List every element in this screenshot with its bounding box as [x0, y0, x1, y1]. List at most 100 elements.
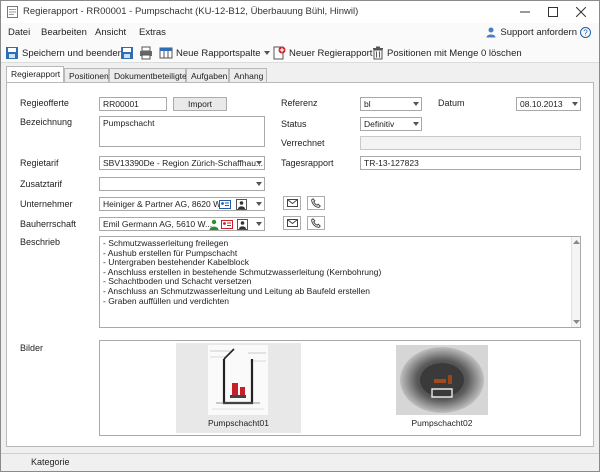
- datum-value: 08.10.2013: [520, 99, 563, 109]
- new-report-icon: [273, 46, 286, 60]
- referenz-select[interactable]: bl: [360, 97, 422, 111]
- gallery-item-1[interactable]: Pumpschacht01: [176, 343, 301, 433]
- toolbar: Speichern und beenden Neue Rapportspalte…: [1, 43, 599, 63]
- phone-icon: [311, 198, 321, 208]
- referenz-label: Referenz: [281, 98, 318, 108]
- unternehmer-phone-button[interactable]: [307, 196, 325, 210]
- trash-icon: [373, 46, 383, 60]
- tab-anhang[interactable]: Anhang: [229, 68, 267, 83]
- save-button[interactable]: [120, 45, 134, 61]
- chevron-down-icon: [263, 51, 270, 55]
- beschrieb-scrollbar[interactable]: [571, 237, 580, 327]
- beschrieb-line: - Graben auffüllen und verdichten: [103, 295, 230, 306]
- close-button[interactable]: [567, 1, 595, 23]
- svg-text:?: ?: [583, 28, 588, 37]
- beschrieb-textarea[interactable]: - Schmutzwasserleitung freilegen - Aushu…: [99, 236, 581, 328]
- zusatztarif-select[interactable]: [99, 177, 265, 191]
- beschrieb-label: Beschrieb: [20, 237, 61, 247]
- unternehmer-value: Heiniger & Partner AG, 8620 W...: [103, 199, 228, 209]
- tab-dokumentbeteiligte[interactable]: Dokumentbeteiligte: [109, 68, 187, 83]
- delete-zero-positions-button[interactable]: Positionen mit Menge 0 löschen: [372, 45, 522, 61]
- chevron-down-icon: [256, 202, 262, 206]
- status-select[interactable]: Definitiv: [360, 117, 422, 131]
- support-label: Support anfordern: [500, 26, 577, 38]
- image-gallery[interactable]: Pumpschacht01 Pumpschacht02: [99, 340, 581, 436]
- bauherrschaft-email-button[interactable]: [283, 216, 301, 230]
- bauherrschaft-value: Emil Germann AG, 5610 W...: [103, 219, 213, 229]
- bauherrschaft-phone-button[interactable]: [307, 216, 325, 230]
- chevron-down-icon: [413, 122, 419, 126]
- regierapport-panel: Regieofferte RR00001 Import Referenz bl …: [6, 82, 594, 447]
- bilder-label: Bilder: [20, 343, 44, 353]
- menu-bar: Datei Bearbeiten Ansicht Extras Support …: [1, 23, 599, 43]
- maximize-icon: [548, 7, 558, 17]
- status-bar: Kategorie: [1, 453, 599, 471]
- phone-icon: [311, 218, 321, 228]
- menu-ansicht[interactable]: Ansicht: [95, 27, 126, 38]
- close-icon: [576, 7, 586, 17]
- new-report-button[interactable]: Neuer Regierapport: [272, 45, 372, 61]
- import-button[interactable]: Import: [173, 97, 227, 111]
- regietarif-label: Regietarif: [20, 158, 59, 168]
- datum-label: Datum: [438, 98, 465, 108]
- menu-bearbeiten[interactable]: Bearbeiten: [41, 27, 87, 38]
- new-column-label: Neue Rapportspalte: [176, 47, 261, 59]
- bauherrschaft-select[interactable]: Emil Germann AG, 5610 W...: [99, 217, 265, 231]
- bezeichnung-field[interactable]: Pumpschacht: [99, 116, 265, 147]
- chevron-down-icon: [256, 222, 262, 226]
- bauherrschaft-label: Bauherrschaft: [20, 219, 77, 229]
- scroll-down-icon[interactable]: [573, 320, 580, 324]
- regietarif-value: SBV13390De - Region Zürich-Schaffhau...: [103, 158, 264, 168]
- gallery-item-2[interactable]: Pumpschacht02: [379, 343, 505, 433]
- window-title: Regierapport - RR00001 - Pumpschacht (KU…: [23, 6, 359, 17]
- new-report-label: Neuer Regierapport: [289, 47, 373, 59]
- regietarif-select[interactable]: SBV13390De - Region Zürich-Schaffhau...: [99, 156, 265, 170]
- tab-aufgaben[interactable]: Aufgaben: [186, 68, 229, 83]
- chevron-down-icon: [256, 182, 262, 186]
- contact-person-icon[interactable]: [237, 219, 248, 230]
- address-card-red-icon[interactable]: [221, 220, 233, 229]
- minimize-button[interactable]: [511, 1, 539, 23]
- regieofferte-field[interactable]: RR00001: [99, 97, 167, 111]
- print-icon: [140, 46, 152, 60]
- person-green-icon[interactable]: [209, 219, 219, 230]
- columns-icon: [159, 47, 173, 59]
- chevron-down-icon: [256, 161, 262, 165]
- chevron-down-icon: [413, 102, 419, 106]
- referenz-value: bl: [364, 99, 371, 109]
- gallery-caption: Pumpschacht02: [411, 418, 473, 428]
- envelope-icon: [286, 199, 298, 207]
- gallery-caption: Pumpschacht01: [208, 418, 269, 428]
- tagesrapport-label: Tagesrapport: [281, 158, 334, 168]
- tagesrapport-field[interactable]: TR-13-127823: [360, 156, 581, 170]
- envelope-icon: [286, 219, 298, 227]
- status-value: Definitiv: [364, 119, 395, 129]
- unternehmer-email-button[interactable]: [283, 196, 301, 210]
- maximize-button[interactable]: [539, 1, 567, 23]
- scroll-up-icon[interactable]: [573, 240, 580, 244]
- save-close-button[interactable]: Speichern und beenden: [5, 45, 123, 61]
- chevron-down-icon: [572, 102, 578, 106]
- address-card-icon[interactable]: [219, 200, 231, 209]
- contact-person-icon[interactable]: [236, 199, 247, 210]
- save-icon: [121, 47, 133, 59]
- verrechnet-field: [360, 136, 581, 150]
- unternehmer-label: Unternehmer: [20, 199, 73, 209]
- application-window: Regierapport - RR00001 - Pumpschacht (KU…: [0, 0, 600, 472]
- zusatztarif-label: Zusatztarif: [20, 179, 63, 189]
- save-close-icon: [6, 47, 18, 59]
- delete-zero-positions-label: Positionen mit Menge 0 löschen: [387, 47, 522, 59]
- datum-picker[interactable]: 08.10.2013: [516, 97, 581, 111]
- document-icon: [7, 6, 18, 18]
- menu-datei[interactable]: Datei: [8, 27, 30, 38]
- bezeichnung-label: Bezeichnung: [20, 117, 73, 127]
- save-close-label: Speichern und beenden: [22, 47, 123, 59]
- regieofferte-label: Regieofferte: [20, 98, 69, 108]
- menu-extras[interactable]: Extras: [139, 27, 166, 38]
- print-button[interactable]: [139, 45, 153, 61]
- support-button[interactable]: Support anfordern ?: [485, 26, 591, 38]
- tab-positionen[interactable]: Positionen: [64, 68, 109, 83]
- new-column-button[interactable]: Neue Rapportspalte: [159, 45, 270, 61]
- unternehmer-select[interactable]: Heiniger & Partner AG, 8620 W...: [99, 197, 265, 211]
- help-icon: ?: [580, 26, 591, 38]
